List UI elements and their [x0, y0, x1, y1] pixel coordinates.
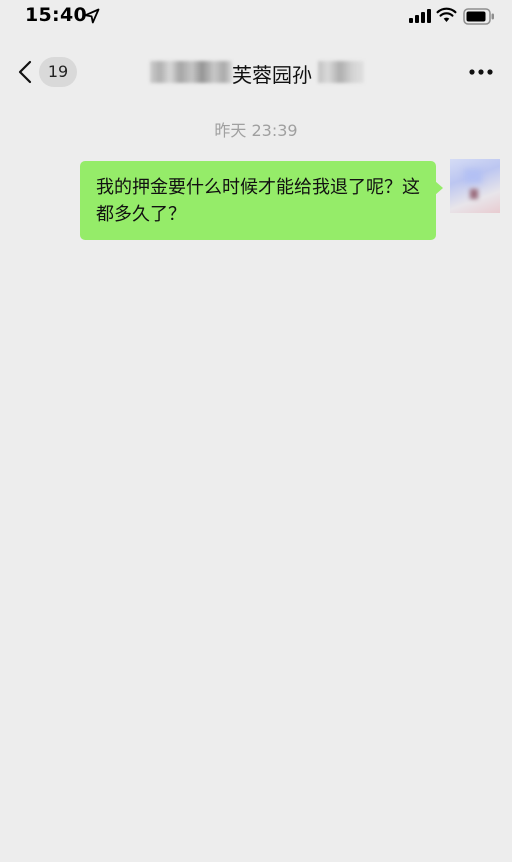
- bubble-tail: [435, 181, 443, 195]
- chat-nav-bar: 19 芙蓉园孙: [0, 44, 512, 102]
- battery-icon: [463, 8, 494, 25]
- redacted-name-suffix: [318, 61, 364, 83]
- unread-count-badge: 19: [39, 57, 77, 87]
- more-options-button[interactable]: [464, 60, 498, 84]
- cellular-signal-icon: [409, 9, 431, 23]
- redacted-name-prefix: [150, 61, 232, 83]
- status-time: 15:40: [25, 4, 87, 26]
- back-button[interactable]: 19: [14, 54, 80, 92]
- location-arrow-icon: [84, 8, 100, 24]
- message-timestamp: 昨天 23:39: [214, 121, 298, 140]
- more-dots-icon: [469, 69, 493, 75]
- status-bar: 15:40: [0, 0, 512, 34]
- chat-title: 芙蓉园孙: [150, 56, 370, 88]
- chevron-left-icon: [18, 60, 32, 84]
- chat-title-text: 芙蓉园孙: [232, 63, 312, 87]
- message-bubble[interactable]: 我的押金要什么时候才能给我退了呢？这都多久了？: [80, 161, 443, 240]
- message-row-outgoing: 我的押金要什么时候才能给我退了呢？这都多久了？: [0, 159, 512, 249]
- avatar[interactable]: [450, 159, 500, 213]
- avatar-blur-detail: [464, 169, 482, 183]
- message-text: 我的押金要什么时候才能给我退了呢？这都多久了？: [96, 177, 420, 225]
- avatar-blur-detail: [470, 189, 478, 199]
- wifi-icon: [436, 7, 457, 22]
- chat-message-area[interactable]: 昨天 23:39 我的押金要什么时候才能给我退了呢？这都多久了？: [0, 102, 512, 862]
